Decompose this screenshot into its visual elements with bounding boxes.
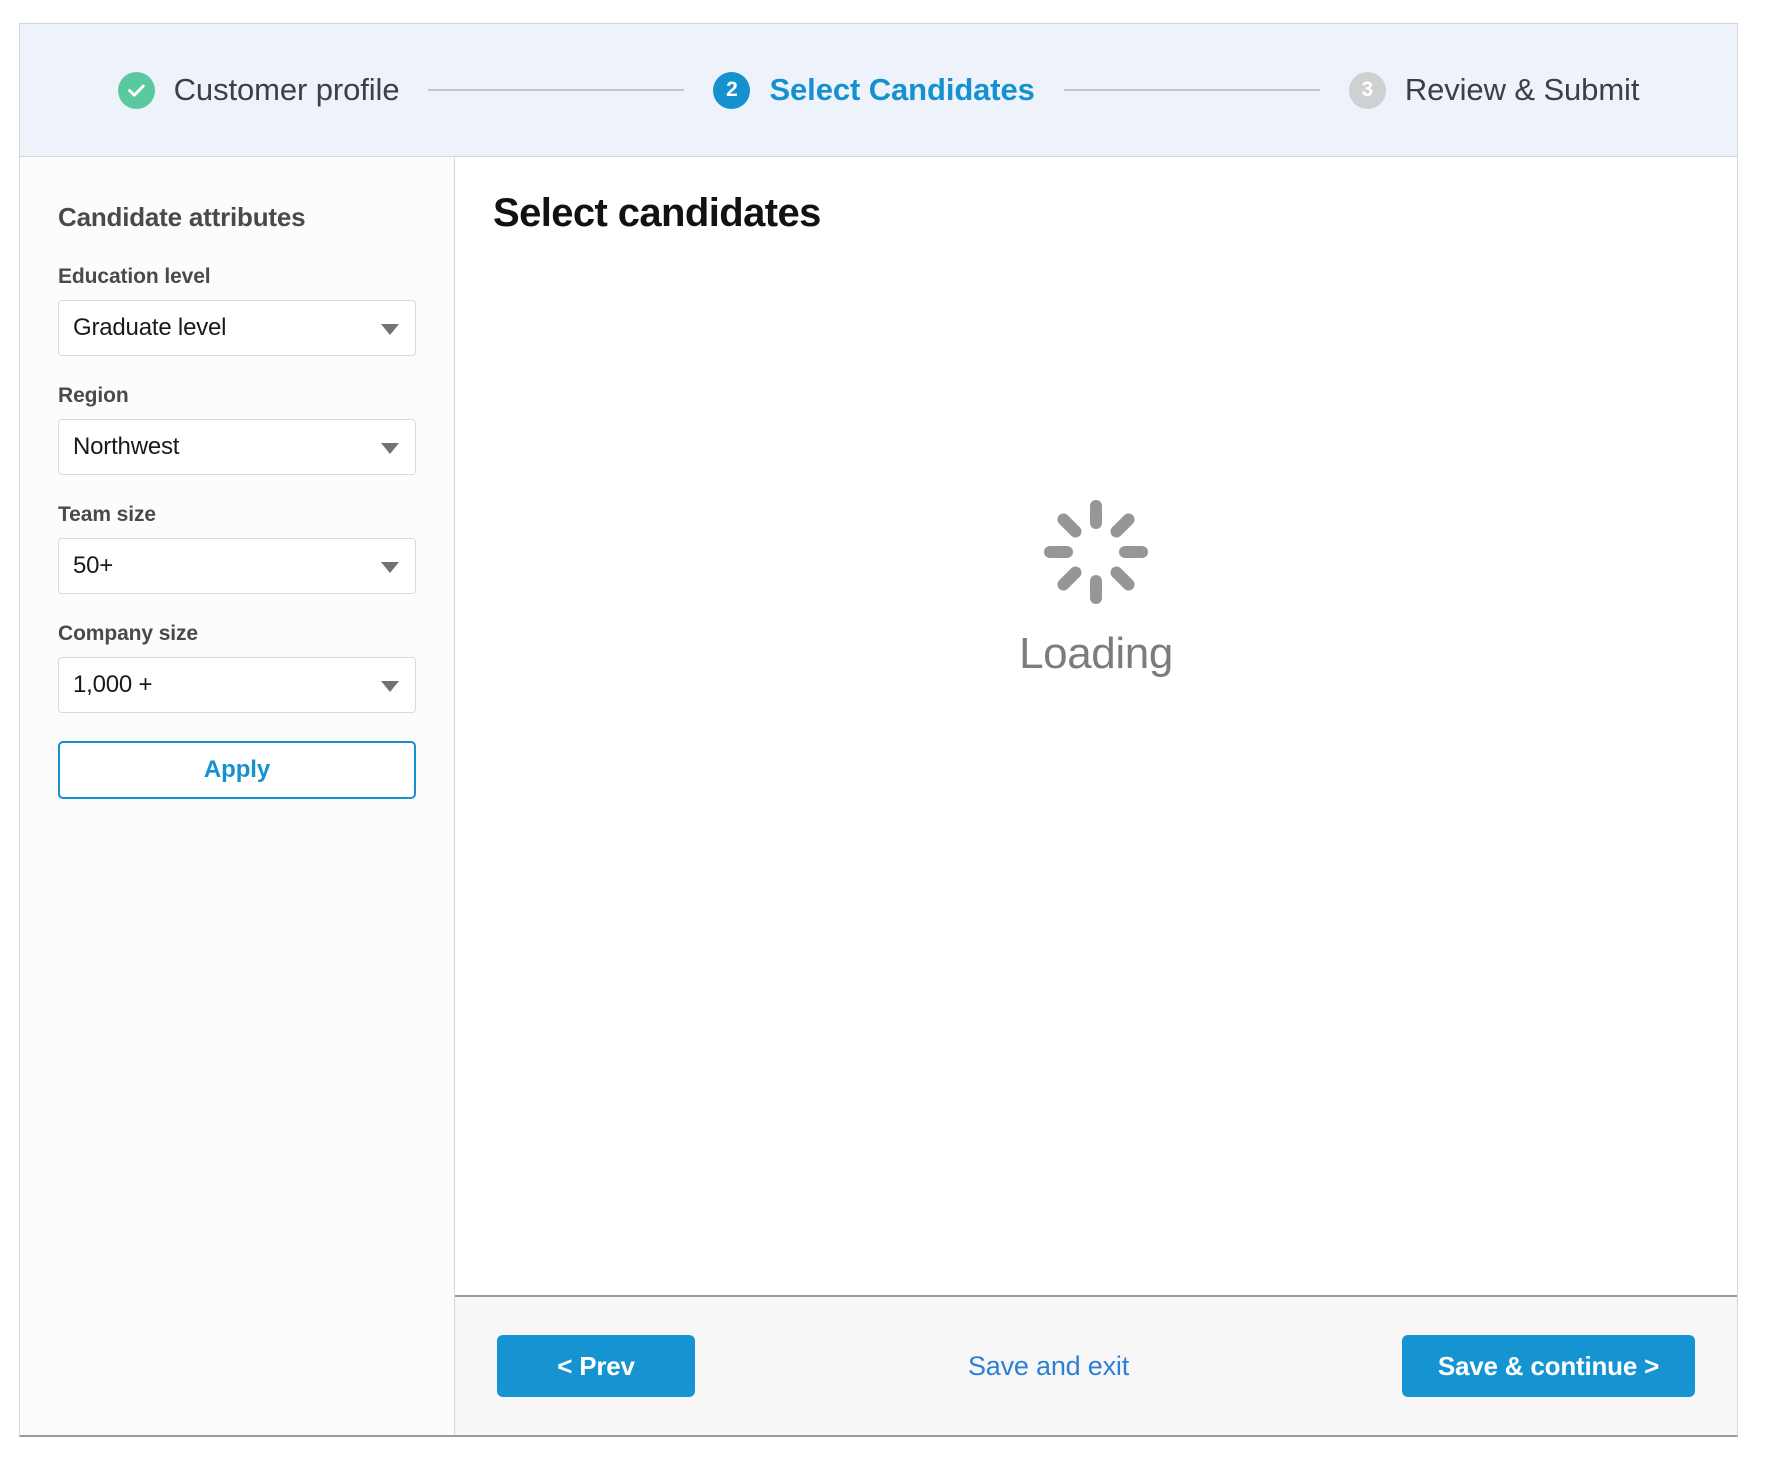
company-size-select[interactable]: 1,000 + [58,657,416,713]
step-3-badge: 3 [1348,71,1386,109]
prev-button[interactable]: < Prev [497,1335,695,1397]
candidate-attributes-sidebar: Candidate attributes Education level Gra… [20,157,455,1435]
main-content: Select candidates Loading [455,157,1737,1295]
wizard-stepper: Customer profile 2 Select Candidates 3 R… [20,24,1737,157]
step-1-label: Customer profile [173,72,400,107]
chevron-down-icon [381,443,399,454]
wizard-body: Candidate attributes Education level Gra… [20,157,1737,1435]
page-title: Select candidates [493,191,821,235]
field-education-level: Education level Graduate level [58,265,416,356]
step-3-label: Review & Submit [1404,72,1640,107]
field-region: Region Northwest [58,384,416,475]
step-2-badge: 2 [713,71,751,109]
region-select[interactable]: Northwest [58,419,416,475]
stepper-connector-2 [1063,89,1320,91]
field-company-size: Company size 1,000 + [58,622,416,713]
save-and-exit-link[interactable]: Save and exit [695,1351,1402,1382]
company-size-value: 1,000 + [73,671,153,698]
save-and-continue-button[interactable]: Save & continue > [1402,1335,1695,1397]
company-size-label: Company size [58,622,199,645]
wizard-footer: < Prev Save and exit Save & continue > [455,1295,1737,1435]
main-panel: Select candidates Loading < Prev Save an… [455,157,1737,1435]
field-team-size: Team size 50+ [58,503,416,594]
team-size-value: 50+ [73,552,114,579]
step-select-candidates[interactable]: 2 Select Candidates [713,71,1035,109]
chevron-down-icon [381,324,399,335]
apply-button[interactable]: Apply [58,741,416,799]
education-level-select[interactable]: Graduate level [58,300,416,356]
education-level-label: Education level [58,265,211,288]
step-customer-profile[interactable]: Customer profile [117,71,400,109]
step-review-submit[interactable]: 3 Review & Submit [1348,71,1640,109]
loading-indicator: Loading [455,500,1737,679]
education-level-value: Graduate level [73,314,227,341]
team-size-select[interactable]: 50+ [58,538,416,594]
step-1-badge [117,71,155,109]
chevron-down-icon [381,562,399,573]
region-value: Northwest [73,433,180,460]
loading-spinner-icon [1044,500,1148,604]
loading-text: Loading [1019,629,1173,678]
sidebar-title: Candidate attributes [58,202,306,232]
region-label: Region [58,384,129,407]
team-size-label: Team size [58,503,156,526]
stepper-connector-1 [428,89,685,91]
chevron-down-icon [381,681,399,692]
wizard-card: Customer profile 2 Select Candidates 3 R… [19,23,1738,1437]
step-2-label: Select Candidates [769,72,1035,107]
check-icon [127,84,145,97]
